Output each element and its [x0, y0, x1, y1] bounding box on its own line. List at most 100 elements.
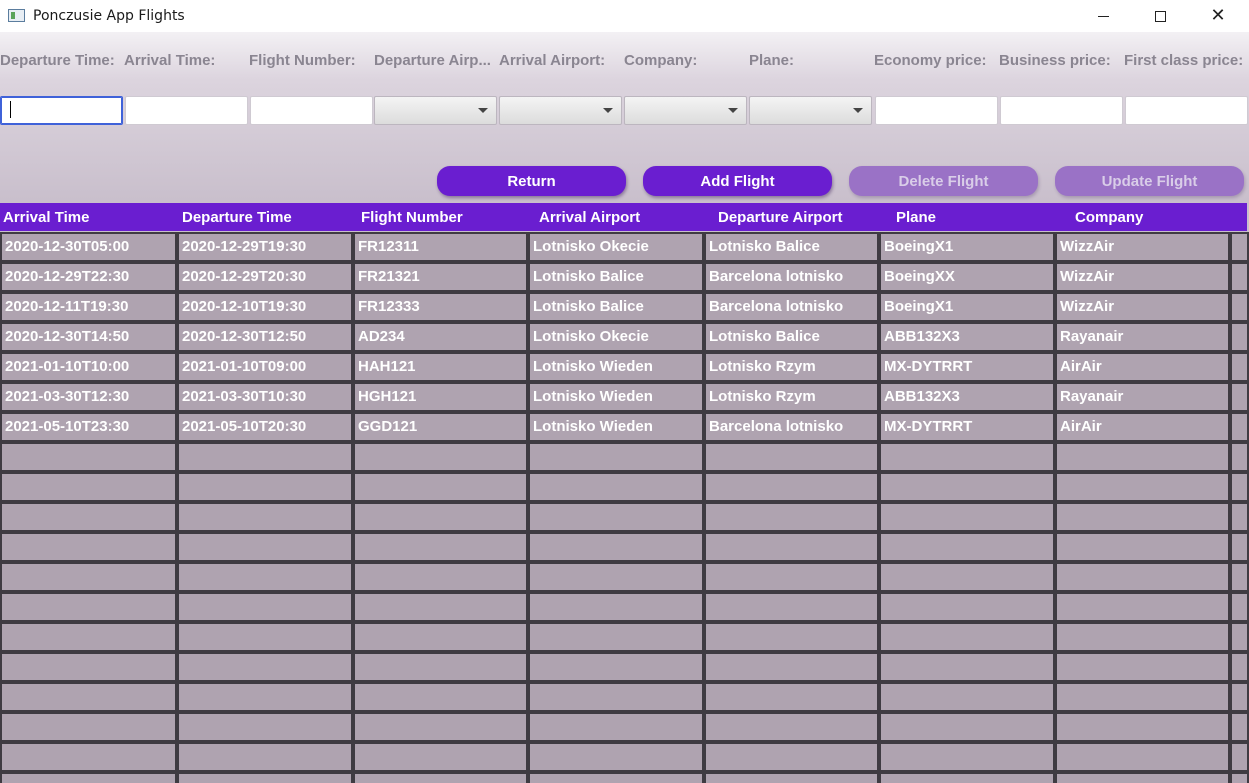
table-cell[interactable] — [353, 682, 528, 712]
table-cell[interactable] — [353, 592, 528, 622]
table-cell[interactable]: Lotnisko Balice — [704, 322, 879, 352]
table-cell[interactable] — [177, 772, 353, 783]
table-cell[interactable]: 2020-12-29T20:30 — [177, 262, 353, 292]
table-cell[interactable] — [353, 712, 528, 742]
table-cell[interactable] — [879, 442, 1055, 472]
table-row[interactable] — [0, 742, 1249, 772]
table-cell[interactable] — [528, 562, 704, 592]
table-cell[interactable]: 2021-05-10T23:30 — [0, 412, 177, 442]
table-cell[interactable]: HAH121 — [353, 352, 528, 382]
table-cell[interactable]: 2020-12-29T22:30 — [0, 262, 177, 292]
table-row[interactable]: 2021-01-10T10:00 2021-01-10T09:00 HAH121 Lo… — [0, 352, 1249, 382]
table-row[interactable]: 2020-12-30T14:50 2020-12-30T12:50 AD234 Lot… — [0, 322, 1249, 352]
table-cell[interactable] — [528, 502, 704, 532]
table-cell[interactable] — [879, 472, 1055, 502]
chevron-down-icon[interactable] — [595, 97, 621, 124]
table-cell[interactable]: Barcelona lotnisko — [704, 292, 879, 322]
table-cell[interactable] — [0, 742, 177, 772]
table-cell[interactable] — [1055, 592, 1230, 622]
table-cell[interactable]: MX-DYTRRT — [879, 412, 1055, 442]
table-cell[interactable] — [353, 442, 528, 472]
table-cell[interactable] — [0, 532, 177, 562]
table-cell[interactable] — [704, 562, 879, 592]
table-cell[interactable] — [1055, 772, 1230, 783]
table-cell[interactable] — [528, 682, 704, 712]
table-cell[interactable] — [0, 622, 177, 652]
table-cell[interactable] — [0, 472, 177, 502]
table-cell[interactable] — [879, 682, 1055, 712]
departure-airport-select[interactable] — [374, 96, 497, 125]
table-cell[interactable] — [704, 502, 879, 532]
column-header-flight-number[interactable]: Flight Number — [361, 209, 463, 226]
table-cell[interactable] — [704, 652, 879, 682]
table-cell[interactable] — [177, 532, 353, 562]
economy-price-input[interactable] — [875, 96, 998, 125]
column-header-plane[interactable]: Plane — [896, 209, 936, 226]
table-cell[interactable] — [704, 772, 879, 783]
table-cell[interactable]: FR12311 — [353, 232, 528, 262]
table-cell[interactable] — [704, 442, 879, 472]
update-flight-button[interactable]: Update Flight — [1055, 166, 1244, 196]
table-cell[interactable]: 2020-12-30T05:00 — [0, 232, 177, 262]
table-cell[interactable] — [704, 682, 879, 712]
table-cell[interactable] — [879, 592, 1055, 622]
table-cell[interactable]: Lotnisko Okecie — [528, 232, 704, 262]
table-cell[interactable] — [177, 622, 353, 652]
table-cell[interactable] — [353, 652, 528, 682]
table-cell[interactable]: 2020-12-10T19:30 — [177, 292, 353, 322]
table-row[interactable]: 2020-12-30T05:00 2020-12-29T19:30 FR12311 L… — [0, 232, 1249, 262]
table-cell[interactable]: FR12333 — [353, 292, 528, 322]
close-icon[interactable]: ✕ — [1195, 0, 1241, 32]
table-cell[interactable]: HGH121 — [353, 382, 528, 412]
table-cell[interactable]: FR21321 — [353, 262, 528, 292]
arrival-time-input[interactable] — [125, 96, 248, 125]
business-price-input[interactable] — [1000, 96, 1123, 125]
table-cell[interactable]: Lotnisko Wieden — [528, 412, 704, 442]
table-cell[interactable]: GGD121 — [353, 412, 528, 442]
add-flight-button[interactable]: Add Flight — [643, 166, 832, 196]
table-cell[interactable] — [528, 442, 704, 472]
table-cell[interactable]: ABB132X3 — [879, 382, 1055, 412]
table-cell[interactable]: Rayanair — [1055, 322, 1230, 352]
table-cell[interactable] — [1055, 472, 1230, 502]
column-header-arrival-airport[interactable]: Arrival Airport — [539, 209, 640, 226]
table-cell[interactable]: 2020-12-29T19:30 — [177, 232, 353, 262]
table-cell[interactable] — [704, 742, 879, 772]
table-cell[interactable] — [879, 622, 1055, 652]
table-cell[interactable]: Barcelona lotnisko — [704, 412, 879, 442]
table-cell[interactable]: Lotnisko Wieden — [528, 352, 704, 382]
table-cell[interactable]: Lotnisko Okecie — [528, 322, 704, 352]
table-cell[interactable]: Lotnisko Balice — [704, 232, 879, 262]
table-cell[interactable] — [528, 622, 704, 652]
table-row[interactable] — [0, 772, 1249, 783]
table-cell[interactable]: AirAir — [1055, 352, 1230, 382]
table-cell[interactable]: AirAir — [1055, 412, 1230, 442]
table-row[interactable] — [0, 502, 1249, 532]
table-cell[interactable]: WizzAir — [1055, 292, 1230, 322]
table-cell[interactable]: 2021-03-30T10:30 — [177, 382, 353, 412]
table-cell[interactable] — [0, 772, 177, 783]
table-cell[interactable]: WizzAir — [1055, 262, 1230, 292]
table-cell[interactable] — [177, 742, 353, 772]
table-cell[interactable] — [1055, 562, 1230, 592]
table-cell[interactable] — [1055, 682, 1230, 712]
table-cell[interactable] — [879, 562, 1055, 592]
table-cell[interactable] — [879, 772, 1055, 783]
table-cell[interactable]: Lotnisko Balice — [528, 292, 704, 322]
maximize-icon[interactable] — [1137, 0, 1183, 32]
table-cell[interactable] — [1055, 532, 1230, 562]
column-header-departure-airport[interactable]: Departure Airport — [718, 209, 842, 226]
table-cell[interactable] — [879, 502, 1055, 532]
table-row[interactable] — [0, 622, 1249, 652]
table-cell[interactable] — [1055, 622, 1230, 652]
table-cell[interactable] — [353, 562, 528, 592]
table-cell[interactable] — [177, 682, 353, 712]
chevron-down-icon[interactable] — [720, 97, 746, 124]
table-cell[interactable] — [704, 712, 879, 742]
table-cell[interactable] — [177, 562, 353, 592]
table-row[interactable] — [0, 532, 1249, 562]
table-row[interactable] — [0, 652, 1249, 682]
table-cell[interactable] — [353, 622, 528, 652]
table-row[interactable] — [0, 682, 1249, 712]
table-cell[interactable] — [879, 652, 1055, 682]
